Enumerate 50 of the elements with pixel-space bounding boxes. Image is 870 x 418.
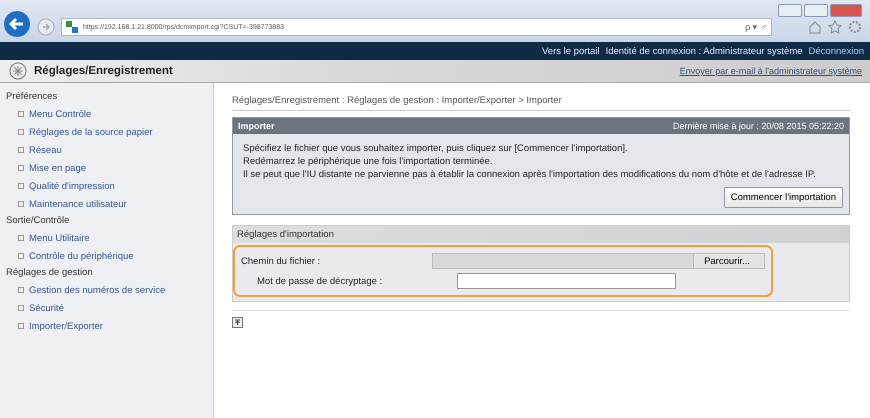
section-title: Sortie/Contrôle [6, 214, 70, 228]
bullet-icon [18, 129, 24, 135]
maximize-icon[interactable] [804, 4, 828, 17]
star-icon[interactable] [828, 20, 842, 34]
bullet-icon [18, 165, 24, 171]
start-import-button[interactable]: Commencer l'importation [724, 187, 843, 208]
settings-icon [8, 61, 28, 81]
sidebar-link[interactable]: Menu Contrôle [29, 108, 92, 120]
search-icon[interactable]: ρ ▾ ♂ [745, 22, 767, 32]
sidebar-link[interactable]: Mise en page [29, 162, 86, 174]
top-link[interactable]: Déconnexion [808, 46, 864, 56]
bullet-icon [18, 287, 24, 293]
bullet-icon [18, 201, 24, 207]
section-title: Réglages de gestion [6, 266, 94, 280]
sidebar-link[interactable]: Sécurité [29, 302, 64, 314]
last-updated: Dernière mise à jour : 20/08 2015 05:22:20 [672, 121, 844, 131]
breadcrumb: Réglages/Enregistrement : Réglages de gestion : Importer/Exporter > Importer [232, 91, 850, 111]
bullet-icon [18, 323, 24, 329]
minimize-icon[interactable] [778, 4, 802, 17]
bullet-icon [18, 183, 24, 189]
close-icon[interactable] [830, 4, 862, 17]
bullet-icon [18, 305, 24, 311]
bullet-icon [18, 111, 24, 117]
sidebar-link[interactable]: Qualité d'impression [29, 180, 115, 192]
page-top-icon[interactable] [232, 317, 243, 328]
password-field[interactable] [457, 273, 676, 289]
top-link[interactable]: Vers le portail [542, 46, 600, 56]
sidebar-link[interactable]: Réseau [29, 144, 62, 156]
bullet-icon [18, 235, 24, 241]
home-icon[interactable] [808, 20, 822, 34]
bullet-icon [18, 253, 24, 259]
bullet-icon [18, 147, 24, 153]
message-text: Redémarrez le périphérique une fois l'importation terminée. [243, 155, 494, 168]
field-label: Chemin du fichier : [241, 256, 322, 266]
message-text: Il se peut que l'IU distante ne parvienne pas à établir la connexion après l'importation des modifications du nom d'hôte et de l'adresse IP. [243, 168, 817, 181]
sidebar-link[interactable]: Importer/Exporter [29, 320, 103, 332]
mail-link[interactable]: Envoyer par e-mail à l'administrateur système [680, 66, 862, 76]
field-label: Mot de passe de décryptage : [256, 276, 384, 286]
settings-title: Réglages d'importation [237, 229, 334, 240]
section-title: Préférences [6, 90, 58, 104]
site-icon [66, 21, 78, 33]
sidebar-link[interactable]: Menu Utilitaire [29, 232, 90, 244]
sidebar-link[interactable]: Maintenance utilisateur [29, 198, 127, 210]
sidebar-link[interactable]: Contrôle du périphérique [29, 250, 134, 262]
panel-title: Importer [238, 121, 275, 131]
page-title: Réglages/Enregistrement [34, 65, 173, 77]
message-text: Spécifiez le fichier que vous souhaitez importer, puis cliquez sur [Commencer l'importation]. [243, 142, 629, 155]
top-link[interactable]: Identité de connexion : Administrateur système [606, 46, 803, 56]
sidebar-link[interactable]: Gestion des numéros de service [29, 284, 166, 296]
sidebar-link[interactable]: Réglages de la source papier [29, 126, 153, 138]
